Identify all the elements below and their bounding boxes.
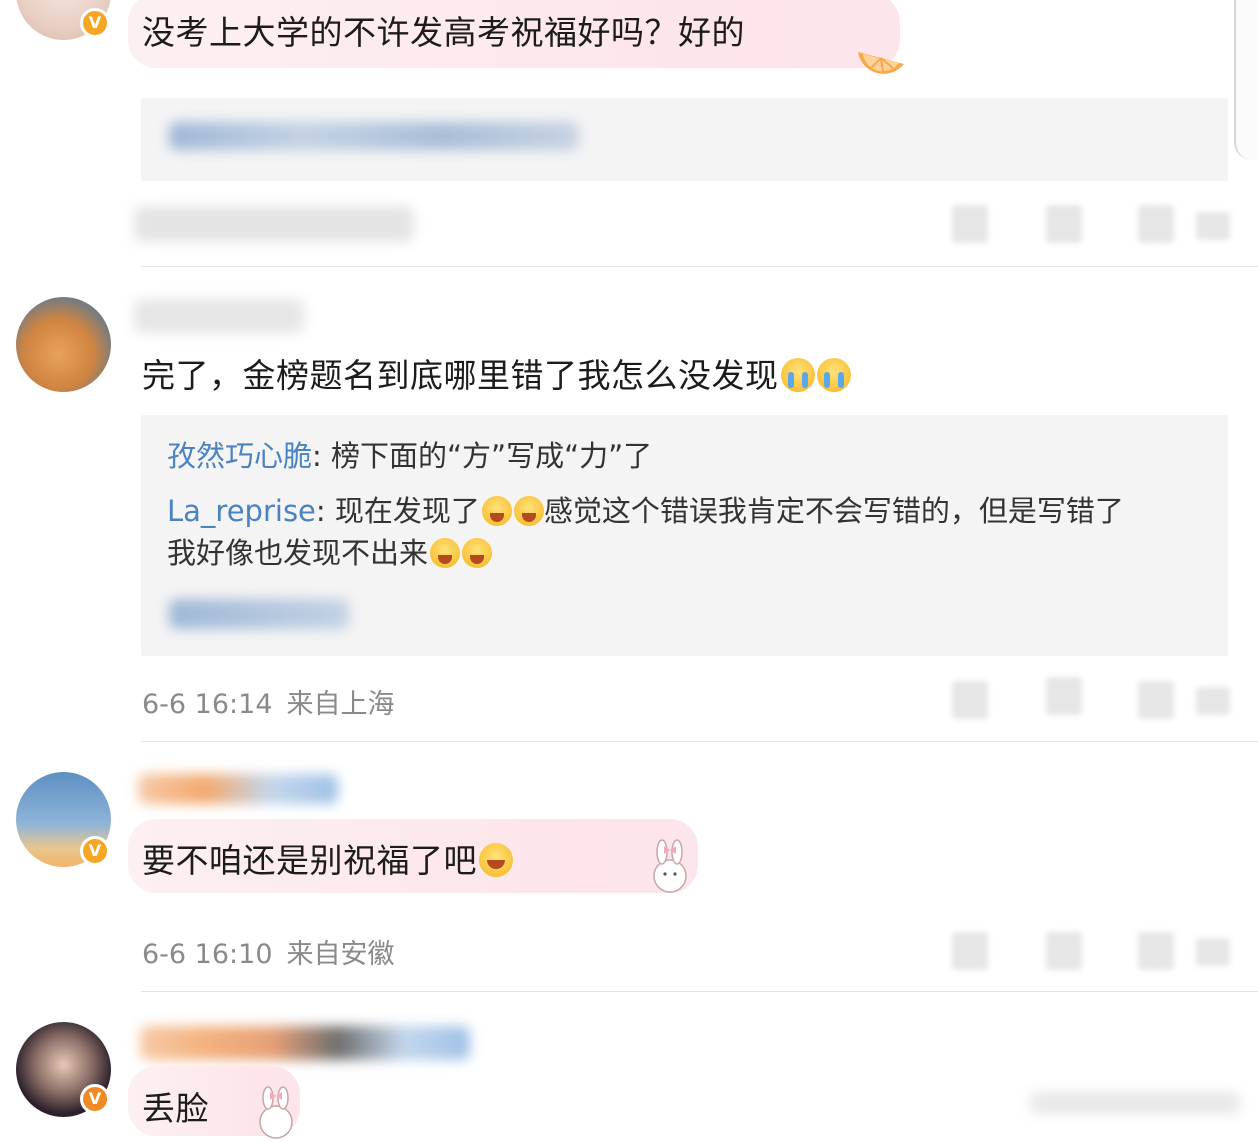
timestamp: 6-6 16:10 [142,939,273,970]
verified-badge-icon: V [80,836,110,866]
action-placeholder[interactable] [1196,687,1230,715]
comment-text: 没考上大学的不许发高考祝福好吗？好的 [142,13,745,52]
reply-item[interactable]: La_reprise: 现在发现了 感觉这个错误我肯定不会写错的，但是写错了 我好… [167,490,1207,574]
action-placeholder[interactable] [952,932,988,970]
reply-item[interactable]: 孜然巧心脆: 榜下面的“方”写成“力”了 [167,435,1207,477]
comment-text: 丢脸 [142,1089,209,1128]
comment-item: V 要不咱还是别祝福了吧 6-6 16:10 来自安徽 [0,742,1258,992]
blurred-username [140,1026,470,1060]
scrollbar[interactable] [1234,0,1258,160]
laughing-emoji-icon [430,538,461,568]
verified-badge-icon: V [80,1084,110,1114]
reply-box[interactable] [141,98,1228,181]
reply-separator: : [312,439,332,473]
comment-item: V 没考上大学的不许发高考祝福好吗？好的 [0,0,1258,267]
comment-meta: 6-6 16:10 来自安徽 [142,932,395,971]
laughing-emoji-icon [513,496,544,526]
reply-text: 榜下面的“方”写成“力”了 [331,439,653,473]
blurred-username [138,774,338,804]
reply-username[interactable]: La_reprise [167,494,316,528]
laughing-emoji-icon [462,538,493,568]
action-placeholder[interactable] [1196,212,1230,240]
comment-body: 要不咱还是别祝福了吧 [142,841,477,880]
action-placeholder[interactable] [952,681,988,719]
action-placeholder[interactable] [952,205,988,243]
action-placeholder[interactable] [1046,932,1082,970]
comment-meta: 6-6 16:14 来自上海 [142,682,395,721]
action-placeholder[interactable] [1138,205,1174,243]
laughing-emoji-icon [481,496,512,526]
reply-username[interactable]: 孜然巧心脆 [167,439,312,473]
action-placeholder[interactable] [1196,938,1230,966]
blurred-more-replies[interactable] [169,599,349,629]
blurred-meta [134,206,414,242]
location: 来自安徽 [286,939,395,970]
timestamp: 6-6 16:14 [142,689,273,720]
comment-text: 要不咱还是别祝福了吧 [142,834,513,882]
reply-text: 现在发现了 [334,494,480,528]
action-placeholder[interactable] [1046,677,1082,715]
action-placeholder[interactable] [1046,205,1082,243]
action-placeholder[interactable] [1138,681,1174,719]
avatar[interactable] [16,297,111,392]
laughing-emoji-icon [479,843,513,877]
location: 来自上海 [286,689,395,720]
comment-body: 完了，金榜题名到底哪里错了我怎么没发现 [142,356,779,395]
bunny-sticker-icon [259,1086,293,1139]
crying-emoji-icon [780,358,815,392]
reply-separator: : [315,494,335,528]
comment-item: V 丢脸 [0,992,1258,1139]
reply-text: 感觉这个错误我肯定不会写错的，但是写错了 [543,494,1124,528]
bunny-sticker-icon [653,839,687,893]
crying-emoji-icon [816,358,851,392]
blurred-reply [169,122,579,150]
comment-text: 完了，金榜题名到底哪里错了我怎么没发现 [142,349,851,397]
blurred-watermark [1030,1092,1240,1114]
blurred-username [134,299,304,333]
orange-slice-icon [858,52,904,74]
reply-box[interactable]: 孜然巧心脆: 榜下面的“方”写成“力”了 La_reprise: 现在发现了 感觉… [141,415,1228,656]
verified-badge-icon: V [80,8,110,38]
comment-item: 完了，金榜题名到底哪里错了我怎么没发现 孜然巧心脆: 榜下面的“方”写成“力”了… [0,267,1258,742]
reply-text: 我好像也发现不出来 [167,536,429,570]
action-placeholder[interactable] [1138,932,1174,970]
